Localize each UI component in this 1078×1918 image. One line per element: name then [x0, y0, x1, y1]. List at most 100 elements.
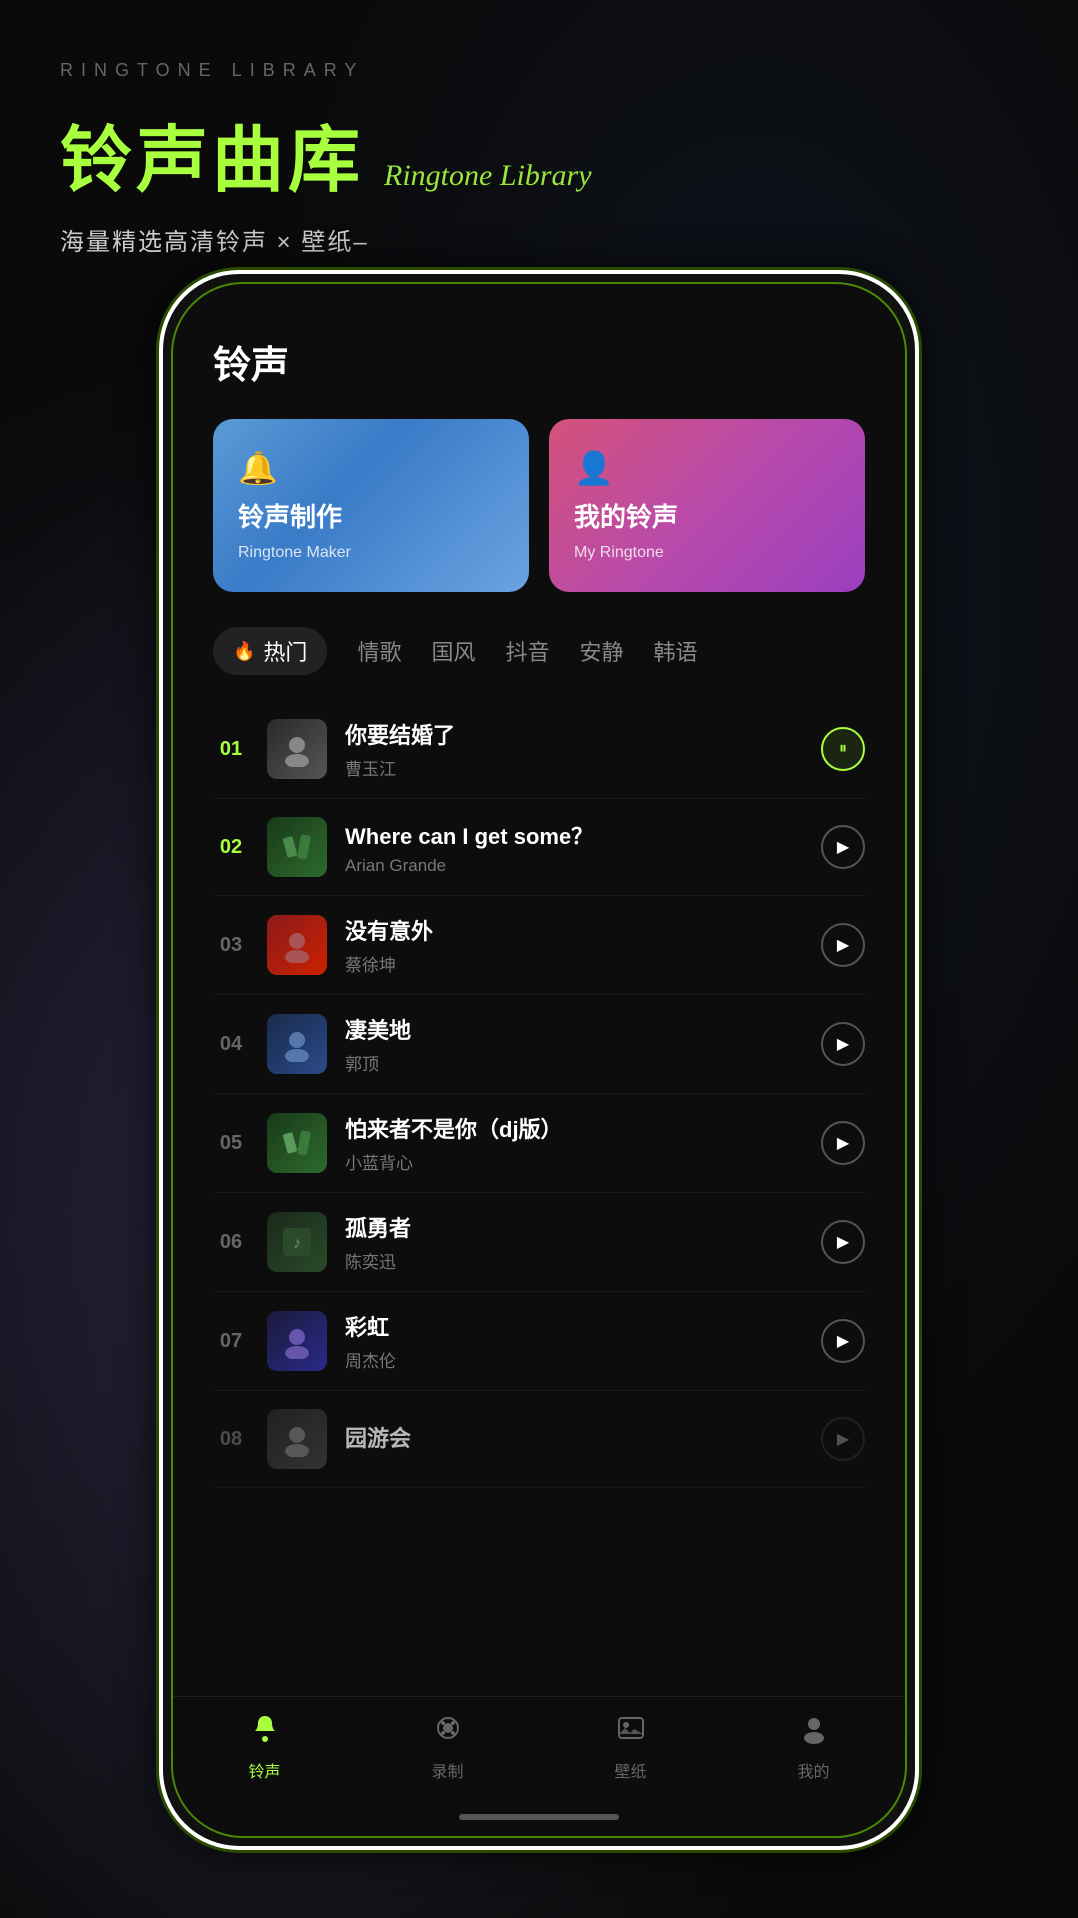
song-number-01: 01 — [213, 738, 249, 761]
tab-douyin[interactable]: 抖音 — [505, 635, 549, 667]
song-artist-01: 曹玉江 — [345, 755, 803, 780]
my-title-zh: 我的铃声 — [574, 497, 678, 534]
header-description: 海量精选高清铃声 × 壁纸– — [60, 222, 1018, 257]
play-button-05[interactable]: ▶ — [821, 1121, 865, 1165]
song-thumb-04 — [267, 1014, 327, 1074]
song-artist-04: 郭顶 — [345, 1050, 803, 1075]
cards-row: 🔔 铃声制作 Ringtone Maker 👤 我的铃声 My Ringtone — [213, 419, 865, 592]
song-thumb-06: ♪ — [267, 1212, 327, 1272]
song-artist-02: Arian Grande — [345, 856, 803, 876]
play-button-06[interactable]: ▶ — [821, 1220, 865, 1264]
song-number-06: 06 — [213, 1231, 249, 1254]
song-item[interactable]: 05 怕来者不是你（dj版） 小蓝背心 ▶ — [213, 1094, 865, 1193]
tab-love[interactable]: 情歌 — [357, 635, 401, 667]
tab-hot[interactable]: 🔥 热门 — [213, 627, 327, 675]
bell-icon: 🔔 — [238, 449, 278, 487]
phone-inner: 铃声 🔔 铃声制作 Ringtone Maker 👤 我的铃声 My Ringt… — [171, 282, 907, 1838]
song-artist-03: 蔡徐坤 — [345, 951, 803, 976]
play-icon: ▶ — [837, 1331, 849, 1351]
play-button-03[interactable]: ▶ — [821, 923, 865, 967]
song-title-05: 怕来者不是你（dj版） — [345, 1112, 803, 1144]
song-title-04: 凄美地 — [345, 1013, 803, 1045]
song-number-03: 03 — [213, 934, 249, 957]
fire-icon: 🔥 — [233, 641, 255, 662]
wallpaper-nav-icon — [615, 1712, 647, 1752]
song-info-04: 凄美地 郭顶 — [345, 1013, 803, 1075]
play-button-08[interactable]: ▶ — [821, 1417, 865, 1461]
maker-title-en: Ringtone Maker — [238, 544, 351, 562]
song-title-06: 孤勇者 — [345, 1211, 803, 1243]
nav-item-mine[interactable]: 我的 — [722, 1712, 905, 1782]
tab-quiet[interactable]: 安静 — [579, 635, 623, 667]
song-item[interactable]: 07 彩虹 周杰伦 ▶ — [213, 1292, 865, 1391]
song-info-03: 没有意外 蔡徐坤 — [345, 914, 803, 976]
record-nav-icon — [432, 1712, 464, 1752]
nav-item-wallpaper[interactable]: 壁纸 — [539, 1712, 722, 1782]
song-info-02: Where can I get some？ Arian Grande — [345, 819, 803, 876]
song-title-07: 彩虹 — [345, 1310, 803, 1342]
song-list: 01 你要结婚了 曹玉江 ⏸ 02 — [213, 700, 865, 1488]
play-button-02[interactable]: ▶ — [821, 825, 865, 869]
song-item[interactable]: 04 凄美地 郭顶 ▶ — [213, 995, 865, 1094]
song-number-05: 05 — [213, 1132, 249, 1155]
page-title: 铃声 — [213, 334, 865, 389]
nav-item-record[interactable]: 录制 — [356, 1712, 539, 1782]
header-title-english: Ringtone Library — [384, 159, 592, 193]
song-info-05: 怕来者不是你（dj版） 小蓝背心 — [345, 1112, 803, 1174]
header-area: RINGTONE LIBRARY 铃声曲库 Ringtone Library 海… — [0, 0, 1078, 257]
play-icon: ▶ — [837, 837, 849, 857]
song-info-06: 孤勇者 陈奕迅 — [345, 1211, 803, 1273]
category-tabs: 🔥 热门 情歌 国风 抖音 安静 韩语 — [213, 627, 865, 675]
tab-hot-label: 热门 — [263, 635, 307, 667]
play-icon: ▶ — [837, 1034, 849, 1054]
song-number-07: 07 — [213, 1330, 249, 1353]
play-icon: ▶ — [837, 1429, 849, 1449]
phone-content: 铃声 🔔 铃声制作 Ringtone Maker 👤 我的铃声 My Ringt… — [173, 284, 905, 1836]
header-subtitle: RINGTONE LIBRARY — [60, 60, 1018, 81]
song-thumb-07 — [267, 1311, 327, 1371]
ringtone-nav-icon — [249, 1712, 281, 1752]
song-title-02: Where can I get some？ — [345, 819, 803, 851]
song-item[interactable]: 03 没有意外 蔡徐坤 ▶ — [213, 896, 865, 995]
play-button-04[interactable]: ▶ — [821, 1022, 865, 1066]
play-icon: ▶ — [837, 1232, 849, 1252]
home-indicator — [459, 1814, 619, 1820]
song-artist-05: 小蓝背心 — [345, 1149, 803, 1174]
song-number-02: 02 — [213, 836, 249, 859]
song-artist-06: 陈奕迅 — [345, 1248, 803, 1273]
song-thumb-08 — [267, 1409, 327, 1469]
song-info-01: 你要结婚了 曹玉江 — [345, 718, 803, 780]
tab-korean[interactable]: 韩语 — [654, 635, 698, 667]
song-thumb-05 — [267, 1113, 327, 1173]
nav-label-record: 录制 — [431, 1758, 463, 1782]
header-title-chinese: 铃声曲库 — [60, 101, 364, 206]
header-title-row: 铃声曲库 Ringtone Library — [60, 101, 1018, 206]
nav-label-wallpaper: 壁纸 — [614, 1758, 646, 1782]
song-info-07: 彩虹 周杰伦 — [345, 1310, 803, 1372]
play-icon: ▶ — [837, 1133, 849, 1153]
maker-title-zh: 铃声制作 — [238, 497, 342, 534]
song-thumb-03 — [267, 915, 327, 975]
ringtone-maker-card[interactable]: 🔔 铃声制作 Ringtone Maker — [213, 419, 529, 592]
song-title-03: 没有意外 — [345, 914, 803, 946]
my-ringtone-card[interactable]: 👤 我的铃声 My Ringtone — [549, 419, 865, 592]
nav-item-ringtone[interactable]: 铃声 — [173, 1712, 356, 1782]
song-thumb-01 — [267, 719, 327, 779]
song-item[interactable]: 08 园游会 ▶ — [213, 1391, 865, 1488]
svg-text:♪: ♪ — [293, 1235, 301, 1252]
song-number-08: 08 — [213, 1428, 249, 1451]
play-icon: ▶ — [837, 935, 849, 955]
mine-nav-icon — [798, 1712, 830, 1752]
song-item[interactable]: 06 ♪ 孤勇者 陈奕迅 ▶ — [213, 1193, 865, 1292]
play-button-07[interactable]: ▶ — [821, 1319, 865, 1363]
nav-label-mine: 我的 — [797, 1758, 829, 1782]
song-title-01: 你要结婚了 — [345, 718, 803, 750]
tab-guofeng[interactable]: 国风 — [431, 635, 475, 667]
person-icon: 👤 — [574, 449, 614, 487]
play-button-01[interactable]: ⏸ — [821, 727, 865, 771]
song-item[interactable]: 02 Where can I get some？ Arian Grande ▶ — [213, 799, 865, 896]
song-thumb-02 — [267, 817, 327, 877]
song-item[interactable]: 01 你要结婚了 曹玉江 ⏸ — [213, 700, 865, 799]
song-number-04: 04 — [213, 1033, 249, 1056]
phone-mockup: 铃声 🔔 铃声制作 Ringtone Maker 👤 我的铃声 My Ringt… — [159, 270, 919, 1850]
